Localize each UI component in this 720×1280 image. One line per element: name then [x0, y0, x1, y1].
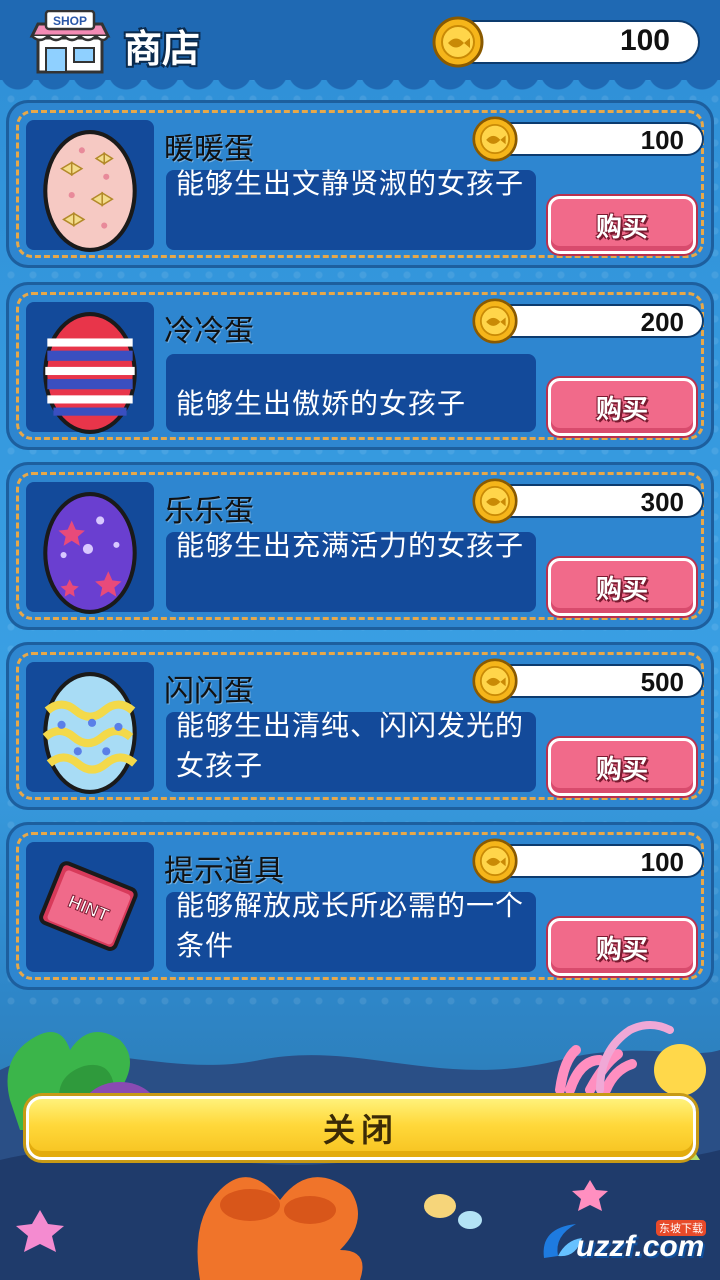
coin-icon — [472, 116, 518, 162]
coin-icon — [472, 838, 518, 884]
buy-button[interactable]: 购买 — [548, 738, 696, 796]
item-name: 乐乐蛋 — [164, 494, 254, 529]
close-button[interactable]: 关闭 — [26, 1096, 696, 1160]
item-price-value: 200 — [640, 307, 684, 337]
coin-icon — [472, 658, 518, 704]
buy-button[interactable]: 购买 — [548, 196, 696, 254]
item-thumbnail — [26, 302, 154, 434]
item-price-value: 100 — [640, 847, 684, 877]
item-name: 冷冷蛋 — [164, 314, 254, 349]
item-description: 能够生出傲娇的女孩子 — [176, 387, 467, 420]
buy-button[interactable]: 购买 — [548, 378, 696, 436]
item-thumbnail — [26, 482, 154, 614]
item-price: 300 — [492, 484, 704, 518]
coin-icon — [472, 478, 518, 524]
buy-button[interactable]: 购买 — [548, 558, 696, 616]
item-price: 200 — [492, 304, 704, 338]
item-price-value: 500 — [640, 667, 684, 697]
item-description: 能够生出文静贤淑的女孩子 — [176, 167, 525, 200]
item-thumbnail — [26, 120, 154, 252]
item-price: 500 — [492, 664, 704, 698]
coin-balance-value: 100 — [619, 24, 670, 57]
watermark-logo: uzzf.com 东坡下载 — [536, 1212, 716, 1272]
coin-icon — [432, 16, 484, 68]
item-description: 能够解放成长所必需的一个条件 — [176, 889, 525, 962]
item-thumbnail: HINT — [26, 842, 154, 972]
shop-item-card: 闪闪蛋 能够生出清纯、闪闪发光的女孩子 500 购买 — [6, 642, 714, 810]
shop-sign-text: SHOP — [53, 14, 87, 28]
item-price: 100 — [492, 122, 704, 156]
buy-button[interactable]: 购买 — [548, 918, 696, 976]
item-price-value: 300 — [640, 487, 684, 517]
coin-balance: 100 — [452, 20, 700, 64]
item-price-value: 100 — [640, 125, 684, 155]
header-scallop-edge — [0, 72, 720, 92]
shop-item-card: 暖暖蛋 能够生出文静贤淑的女孩子 100 购买 — [6, 100, 714, 268]
shop-item-card: 冷冷蛋能够生出傲娇的女孩子 200 购买 — [6, 282, 714, 450]
item-name: 闪闪蛋 — [164, 674, 254, 709]
page-title: 商店 — [124, 27, 201, 71]
watermark-tag: 东坡下载 — [656, 1220, 706, 1236]
item-description: 能够生出清纯、闪闪发光的女孩子 — [176, 709, 525, 782]
shop-storefront-icon: SHOP — [28, 9, 112, 74]
item-thumbnail — [26, 662, 154, 794]
shop-item-card: 乐乐蛋 能够生出充满活力的女孩子 300 购买 — [6, 462, 714, 630]
item-description: 能够生出充满活力的女孩子 — [176, 529, 525, 562]
coin-icon — [472, 298, 518, 344]
item-price: 100 — [492, 844, 704, 878]
shop-item-card: HINT 提示道具 能够解放成长所必需的一个条件 100 购买 — [6, 822, 714, 990]
item-name: 暖暖蛋 — [164, 132, 254, 167]
item-name: 提示道具 — [164, 854, 284, 889]
